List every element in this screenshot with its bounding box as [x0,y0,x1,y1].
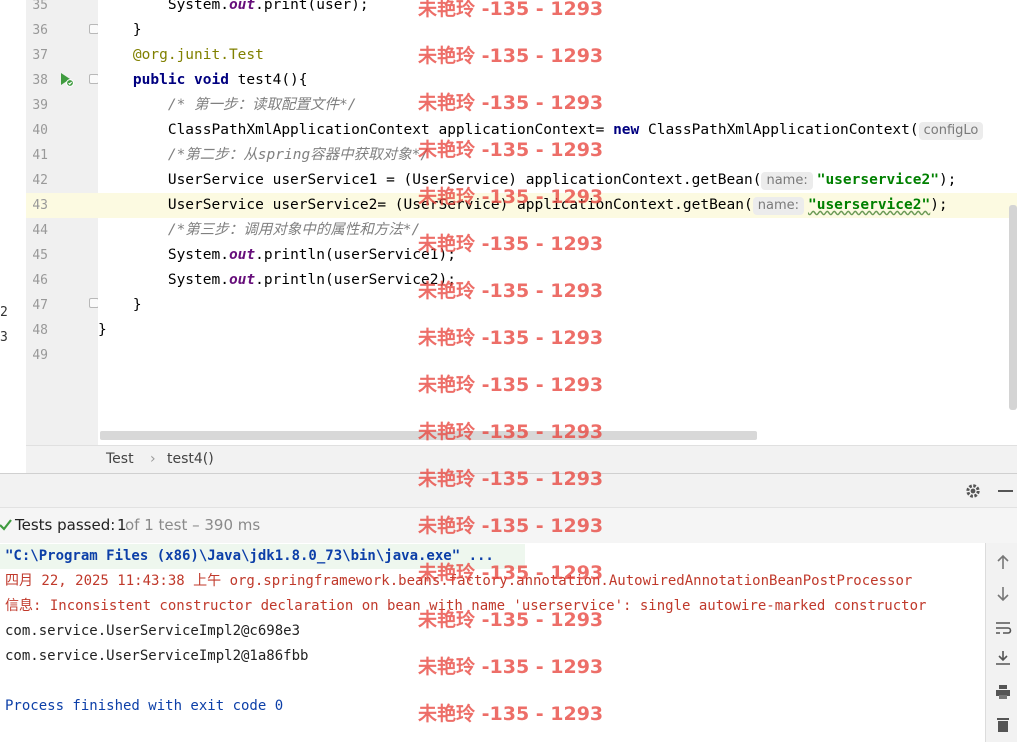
breadcrumb-method[interactable]: test4() [167,451,214,467]
line-number: 43 [32,198,48,213]
run-test-icon[interactable] [58,71,74,87]
line-number: 46 [32,273,48,288]
console-output[interactable]: "C:\Program Files (x86)\Java\jdk1.8.0_73… [0,543,985,742]
code-token: test4(){ [228,72,308,88]
gear-icon[interactable] [964,482,982,500]
scroll-to-end-icon[interactable] [994,649,1012,667]
console-line: 四月 22, 2025 11:43:38 上午 org.springframew… [5,573,913,589]
code-token: "userservice2" [807,197,931,213]
code-line[interactable]: /*第三步：调用对象中的属性和方法*/ [98,218,1017,243]
trash-icon[interactable] [994,715,1012,733]
editor-gutter[interactable]: 35 36 37 38 39 40 41 42 43 44 45 46 47 48 49 [26,0,99,445]
print-icon[interactable] [994,683,1012,701]
code-token: System. [98,247,229,263]
code-token: } [98,322,107,338]
breadcrumb: Test › test4() [26,445,1017,474]
code-token: ClassPathXmlApplicationContext( [639,122,919,138]
line-number: 37 [32,48,48,63]
parameter-hint: configLo [918,122,984,140]
console-line: com.service.UserServiceImpl2@1a86fbb [5,648,309,664]
code-line[interactable]: @org.junit.Test [98,43,1017,68]
left-fragment: 2 [0,305,8,320]
line-number: 38 [32,73,48,88]
code-token: /* 第一步：读取配置文件*/ [98,97,357,113]
editor-vertical-scrollbar[interactable] [1009,205,1017,410]
status-prefix: Tests passed: [15,516,116,534]
code-line[interactable]: ClassPathXmlApplicationContext applicati… [98,118,1017,143]
code-token: new [613,122,640,138]
console-line: "C:\Program Files (x86)\Java\jdk1.8.0_73… [0,544,525,569]
code-token: ClassPathXmlApplicationContext applicati… [98,122,614,138]
console-line: com.service.UserServiceImpl2@c698e3 [5,623,301,639]
code-token: .print(user); [255,0,369,13]
line-number: 35 [32,0,48,13]
code-line[interactable]: System.out.println(userService1); [98,243,1017,268]
line-number: 40 [32,123,48,138]
code-token: UserService userService2= (UserService) … [98,197,753,213]
code-line[interactable]: System.out.println(userService2); [98,268,1017,293]
code-token: .println(userService2); [255,272,456,288]
code-line[interactable]: System.out.print(user); [98,0,1017,18]
status-detail: of 1 test – 390 ms [125,516,261,534]
code-line[interactable] [98,343,1017,368]
code-line[interactable]: public void test4(){ [98,68,1017,93]
line-number: 48 [32,323,48,338]
code-line[interactable]: /* 第一步：读取配置文件*/ [98,93,1017,118]
code-editor[interactable]: System.out.print(user); } @org.junit.Tes… [98,0,1017,445]
code-token: "userservice2" [816,172,939,188]
breadcrumb-class[interactable]: Test [106,451,134,467]
soft-wrap-icon[interactable] [994,619,1012,637]
line-number: 49 [32,348,48,363]
line-number: 45 [32,248,48,263]
arrow-up-icon[interactable] [994,553,1012,571]
left-fragment: 3 [0,330,8,345]
code-token: System. [98,272,229,288]
code-token: @org.junit. [98,47,229,63]
line-number: 36 [32,23,48,38]
code-line[interactable]: } [98,293,1017,318]
code-token: /*第二步：从spring容器中获取对象*/ [98,147,430,163]
console-line: 信息: Inconsistent constructor declaration… [5,598,927,614]
left-panel-strip: 2 3 [0,0,27,445]
console-side-toolbar [985,543,1017,742]
line-number: 44 [32,223,48,238]
code-line[interactable]: /*第二步：从spring容器中获取对象*/ [98,143,1017,168]
code-token: System. [98,0,229,13]
code-line[interactable]: } [98,18,1017,43]
test-status-bar: Tests passed: 1 of 1 test – 390 ms [0,507,1017,545]
console-line: Process finished with exit code 0 [5,698,284,714]
check-icon [0,519,12,531]
line-number: 47 [32,298,48,313]
code-token: out [228,272,256,288]
arrow-down-icon[interactable] [994,585,1012,603]
editor-horizontal-scrollbar[interactable] [100,431,757,440]
code-token: ); [930,197,948,213]
code-token: out [228,247,256,263]
line-number: 42 [32,173,48,188]
code-token: public void [132,72,229,88]
run-toolbar [0,473,1017,508]
code-line[interactable]: UserService userService1 = (UserService)… [98,168,1017,193]
code-token: ); [938,172,957,188]
code-line[interactable]: } [98,318,1017,343]
code-token: UserService userService1 = (UserService)… [98,172,762,188]
code-token: out [228,0,256,13]
code-token: } [98,297,142,313]
line-number: 39 [32,98,48,113]
code-token: } [98,22,142,38]
code-token: .println(userService1); [255,247,456,263]
code-line[interactable]: UserService userService2= (UserService) … [98,193,1017,218]
breadcrumb-separator: › [150,451,156,467]
parameter-hint: name: [752,197,804,215]
minimize-icon[interactable] [998,490,1013,492]
parameter-hint: name: [761,172,813,190]
line-number: 41 [32,148,48,163]
code-token: Test [228,47,264,63]
code-token: /*第三步：调用对象中的属性和方法*/ [98,222,421,238]
